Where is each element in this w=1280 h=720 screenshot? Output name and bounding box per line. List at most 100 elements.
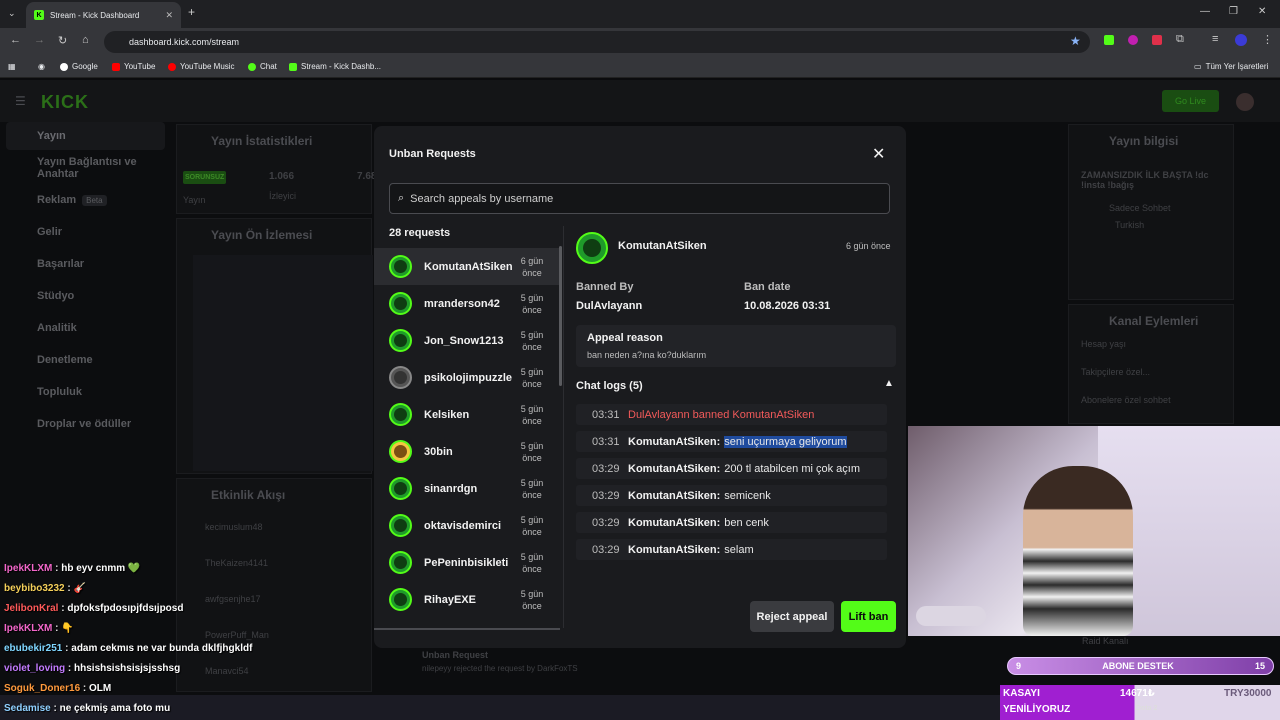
bookmark-stream[interactable]: Stream - Kick Dashb... <box>289 62 381 71</box>
sub-count-target: 15 <box>1254 661 1265 671</box>
request-item[interactable]: KomutanAtSiken 6 gün önce <box>374 248 561 285</box>
browser-tab[interactable]: K Stream - Kick Dashboard ✕ <box>26 2 181 28</box>
log-time: 03:29 <box>592 489 620 502</box>
sidebar-item-yayin-baglantisi[interactable]: Yayın Bağlantısı ve Anahtar <box>6 154 165 182</box>
minimize-icon[interactable]: — <box>1200 6 1210 17</box>
request-item[interactable]: 30bin 5 gün önce <box>374 433 561 470</box>
sidebar-item-reklam[interactable]: Reklam Beta <box>6 186 165 214</box>
raid-label: Raid Kanalı <box>1082 636 1129 646</box>
bookmark-chat[interactable]: Chat <box>248 62 277 71</box>
tab-close-icon[interactable]: ✕ <box>165 10 173 21</box>
chat-log-row: 03:29 KomutanAtSiken: ben cenk <box>576 512 887 533</box>
list-horizontal-scrollbar[interactable] <box>374 628 560 630</box>
search-input[interactable] <box>410 192 851 205</box>
lift-ban-button[interactable]: Lift ban <box>841 601 896 632</box>
chat-user: JelibonKral <box>4 603 59 614</box>
beta-badge: Beta <box>82 194 107 206</box>
tab-search-list-icon[interactable]: ≡ <box>1212 33 1218 45</box>
bookmark-star-icon[interactable]: ★ <box>1070 34 1081 48</box>
activity-item-name: TheKaizen4141 <box>205 558 269 568</box>
sidebar-item-analitik[interactable]: Analitik <box>6 314 165 342</box>
chat-message: 👇 <box>61 623 74 634</box>
stream-chat-line: violet_loving : hhsishsishsisjsjsshsg <box>4 663 181 674</box>
search-box[interactable]: ⌕ <box>389 183 890 214</box>
extension-icon[interactable] <box>1152 35 1162 45</box>
sub-count-current: 9 <box>1016 661 1022 671</box>
profile-avatar[interactable] <box>1235 34 1247 46</box>
chevron-up-icon[interactable]: ▲ <box>884 378 894 389</box>
reject-appeal-button[interactable]: Reject appeal <box>750 601 834 632</box>
home-icon[interactable]: ⌂ <box>82 34 89 46</box>
channel-item: Hesap yaşı <box>1081 339 1127 349</box>
go-live-button[interactable]: Go Live <box>1162 90 1219 112</box>
youtube-music-icon <box>168 62 176 71</box>
apps-grid-icon[interactable]: ▦ <box>8 62 16 71</box>
extensions-puzzle-icon[interactable]: ⧉ <box>1176 33 1184 46</box>
browser-menu-icon[interactable]: ⋮ <box>1262 33 1273 46</box>
sidebar-item-topluluk[interactable]: Topluluk <box>6 378 165 406</box>
hamburger-menu-icon[interactable]: ☰ <box>15 94 26 108</box>
activity-item-name: kecimuslum48 <box>205 522 263 532</box>
request-item[interactable]: mranderson42 5 gün önce <box>374 285 561 322</box>
bookmark-youtube[interactable]: YouTube <box>112 62 155 71</box>
activity-item-name: Manavci54 <box>205 666 249 676</box>
request-item[interactable]: Jon_Snow1213 5 gün önce <box>374 322 561 359</box>
avatar <box>389 514 412 537</box>
activity-panel: Etkinlik Akışı <box>176 478 372 692</box>
stream-chat-line: Soguk_Doner16 : OLM <box>4 683 112 694</box>
request-item[interactable]: sinanrdgn 5 gün önce <box>374 470 561 507</box>
chat-log-row: 03:29 KomutanAtSiken: 200 tl atabilcen m… <box>576 458 887 479</box>
restore-icon[interactable]: ❐ <box>1229 6 1238 17</box>
sidebar-item-droplar[interactable]: Droplar ve ödüller <box>6 410 165 438</box>
list-scrollbar[interactable] <box>559 246 562 386</box>
extension-icon[interactable] <box>1128 35 1138 45</box>
sidebar-item-denetleme[interactable]: Denetleme <box>6 346 165 374</box>
new-tab-icon[interactable]: + <box>188 5 195 19</box>
chat-log-row: 03:29 KomutanAtSiken: semicenk <box>576 485 887 506</box>
request-username: mranderson42 <box>424 297 500 310</box>
log-time: 03:29 <box>592 462 620 475</box>
request-item[interactable]: psikolojimpuzzle 5 gün önce <box>374 359 561 396</box>
close-window-icon[interactable]: ✕ <box>1258 6 1266 17</box>
request-username: PePeninbisikleti <box>424 556 509 569</box>
tab-search-icon[interactable]: ⌄ <box>8 8 16 19</box>
request-item[interactable]: PePeninbisikleti 5 gün önce <box>374 544 561 581</box>
avatar <box>389 588 412 611</box>
extension-kick-icon[interactable] <box>1104 35 1114 45</box>
stream-category: Sadece Sohbet <box>1109 203 1171 213</box>
request-time: 5 gün önce <box>520 366 544 389</box>
google-icon <box>60 62 68 71</box>
back-icon[interactable]: ← <box>10 34 21 46</box>
close-icon[interactable]: ✕ <box>872 144 885 164</box>
avatar <box>389 292 412 315</box>
log-message: 200 tl atabilcen mi çok açım <box>724 462 861 475</box>
stats-panel: Yayın İstatistikleri SORUNSUZ 1.066 İzle… <box>176 124 376 214</box>
request-item[interactable]: oktavisdemirci 5 gün önce <box>374 507 561 544</box>
donation-amount: 14671₺ <box>1120 688 1155 699</box>
request-username: 30bin <box>424 445 453 458</box>
user-avatar[interactable] <box>1236 93 1254 111</box>
request-item[interactable]: Kelsiken 5 gün önce <box>374 396 561 433</box>
forward-icon[interactable]: → <box>34 34 45 46</box>
sidebar-item-basarilar[interactable]: Başarılar <box>6 250 165 278</box>
chat-message: 🎸 <box>73 583 86 594</box>
reload-icon[interactable]: ↻ <box>58 34 67 47</box>
sidebar: Yayın Yayın Bağlantısı ve Anahtar Reklam… <box>0 122 172 562</box>
log-time: 03:29 <box>592 516 620 529</box>
sidebar-item-yayin[interactable]: Yayın <box>6 122 165 150</box>
bookmark-youtube-music[interactable]: YouTube Music <box>168 62 235 71</box>
bookmark-google[interactable]: Google <box>60 62 98 71</box>
request-username: Kelsiken <box>424 408 470 421</box>
stream-language: Turkish <box>1115 220 1145 230</box>
url-field[interactable]: dashboard.kick.com/stream ★ <box>104 31 1090 53</box>
sidebar-item-studyo[interactable]: Stüdyo <box>6 282 165 310</box>
sidebar-item-gelir[interactable]: Gelir <box>6 218 165 246</box>
request-item[interactable]: RihayEXE 5 gün önce <box>374 581 561 618</box>
viewer-count: 1.066 <box>269 171 295 182</box>
globe-icon[interactable]: ◉ <box>38 62 45 71</box>
avatar <box>389 255 412 278</box>
chat-logs-toggle[interactable]: Chat logs (5) <box>576 380 643 392</box>
all-bookmarks[interactable]: ▭ Tüm Yer İşaretleri <box>1194 62 1268 71</box>
kick-logo[interactable]: KICK <box>41 92 89 113</box>
request-time: 5 gün önce <box>520 440 544 463</box>
